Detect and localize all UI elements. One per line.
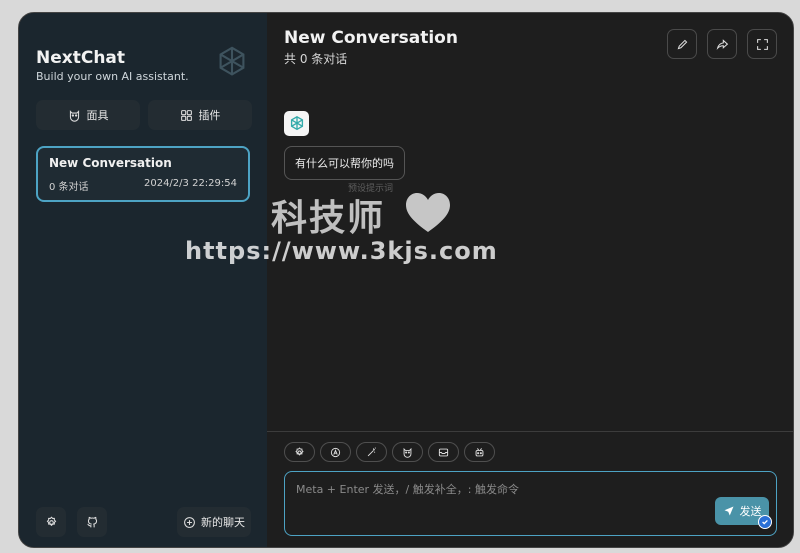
add-circle-icon [184, 516, 195, 528]
openai-logo-icon [219, 46, 245, 76]
prompt-wand-icon [367, 446, 376, 456]
app-subtitle: Build your own AI assistant. [36, 70, 189, 83]
session-count: 0 条对话 [49, 182, 89, 193]
github-button[interactable] [77, 507, 107, 537]
chat-subtitle: 共 0 条对话 [284, 52, 348, 66]
share-icon [716, 38, 728, 50]
chat-settings-tool[interactable] [284, 442, 315, 462]
fullscreen-button[interactable] [747, 29, 777, 59]
auto-theme-icon [330, 447, 341, 457]
send-button-label: 发送 [739, 505, 762, 518]
chat-input-box[interactable] [284, 471, 777, 536]
watermark-text: 科技师 [271, 198, 386, 239]
app-window: NextChat Build your own AI assistant. 面具… [18, 12, 794, 548]
plugin-grid-icon [180, 109, 192, 121]
settings-icon [295, 446, 304, 456]
prompt-tool[interactable] [356, 442, 387, 462]
github-icon [86, 516, 97, 527]
settings-button[interactable] [36, 507, 66, 537]
chat-title[interactable]: New Conversation [284, 28, 458, 48]
plugin-button-label: 插件 [198, 109, 221, 122]
mask-icon [69, 109, 79, 122]
bot-message: 有什么可以帮你的吗 [284, 146, 405, 180]
edit-icon [677, 39, 687, 49]
robot-icon [475, 447, 484, 456]
clear-context-icon [438, 448, 449, 456]
mask-icon [403, 447, 412, 458]
chat-panel: New Conversation 共 0 条对话 有什么可以帮你的吗 预设提示词 [185, 13, 793, 547]
check-badge [758, 515, 772, 529]
session-title: New Conversation [49, 156, 172, 170]
new-chat-label: 新的聊天 [201, 516, 245, 529]
check-icon [762, 519, 768, 525]
chat-input[interactable] [285, 472, 776, 535]
send-icon [724, 506, 733, 516]
rename-button[interactable] [667, 29, 697, 59]
bot-avatar [284, 111, 309, 136]
settings-icon [46, 515, 56, 526]
clear-context-tool[interactable] [428, 442, 459, 462]
input-divider [267, 431, 793, 432]
mask-button[interactable]: 面具 [36, 100, 140, 130]
plugin-button[interactable]: 插件 [148, 100, 252, 130]
session-time: 2024/2/3 22:29:54 [143, 178, 237, 189]
app-title: NextChat [36, 48, 126, 68]
message-hint: 预设提示词 [348, 184, 394, 194]
session-item[interactable]: New Conversation 0 条对话 2024/2/3 22:29:54 [36, 146, 250, 202]
openai-logo-icon [290, 115, 303, 130]
theme-tool[interactable] [320, 442, 351, 462]
mask-button-label: 面具 [86, 109, 109, 122]
share-button[interactable] [707, 29, 737, 59]
mask-tool[interactable] [392, 442, 423, 462]
new-chat-button[interactable]: 新的聊天 [177, 507, 251, 537]
sidebar: NextChat Build your own AI assistant. 面具… [19, 13, 267, 547]
fullscreen-icon [756, 38, 768, 50]
model-tool[interactable] [464, 442, 495, 462]
heart-icon [406, 193, 450, 232]
